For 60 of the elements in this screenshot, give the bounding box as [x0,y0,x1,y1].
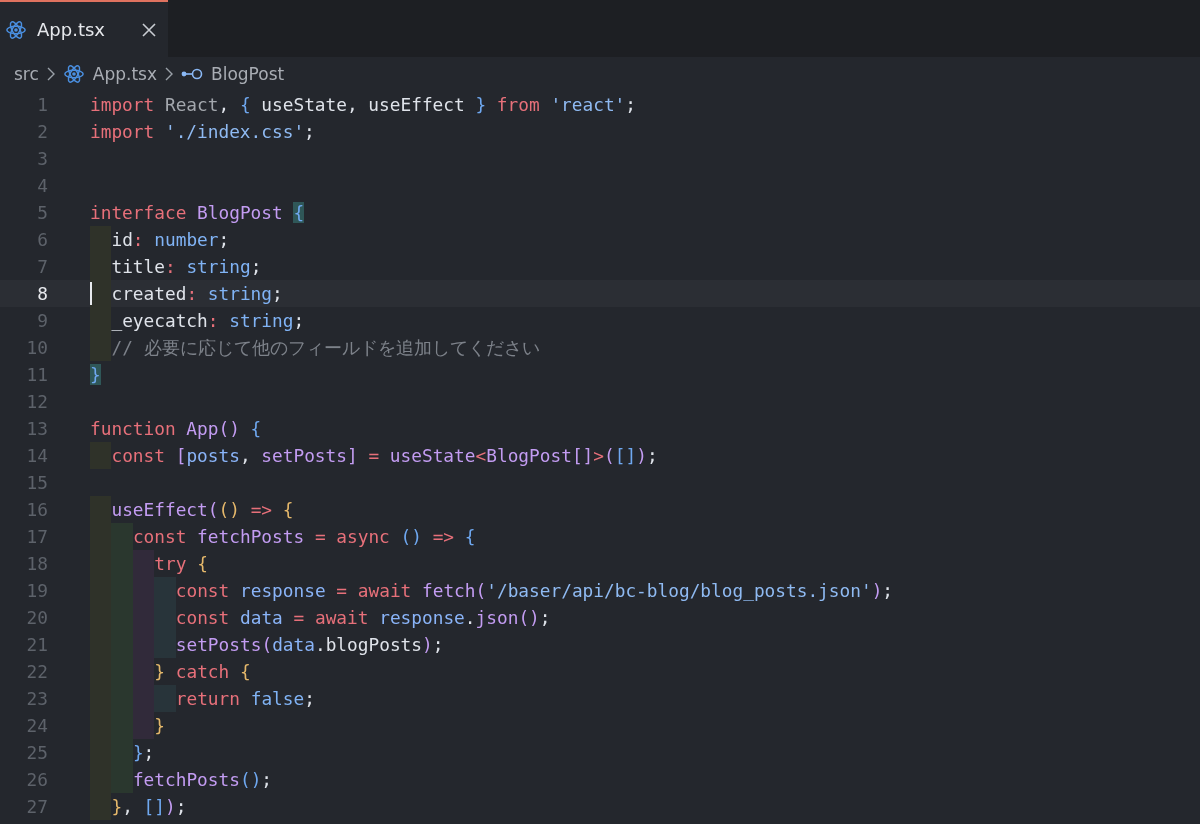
interface-symbol-icon [181,68,204,80]
line-number: 23 [25,688,48,709]
chevron-right-icon [165,67,174,81]
code-line: _eyecatch: string; [111,310,305,331]
line-number: 1 [36,94,48,115]
line-number: 6 [36,229,48,250]
line-number: 21 [25,634,48,655]
editor-tab[interactable]: App.tsx [0,0,168,57]
line-number: 7 [36,256,48,277]
react-atom-icon [5,18,27,41]
line-number: 24 [25,715,48,736]
line-number: 4 [36,175,48,196]
breadcrumb-item[interactable]: src [14,64,39,84]
line-number: 11 [25,364,48,385]
line-number: 26 [25,769,48,790]
code-line: try { [154,553,208,574]
line-number: 22 [25,661,48,682]
text-cursor [90,282,92,305]
line-number: 18 [25,553,48,574]
code-line: const data = await response.json(); [175,607,551,628]
code-line: // 必要に応じて他のフィールドを追加してください [111,335,540,360]
line-number: 13 [25,418,48,439]
line-number: 17 [25,526,48,547]
code-line: function App() { [90,418,262,439]
line-number: 27 [25,796,48,817]
code-line: const response = await fetch('/baser/api/bc-blog/blog_posts.json'); [175,580,894,601]
line-number: 16 [25,499,48,520]
close-icon[interactable] [142,22,156,37]
line-number: 3 [36,148,48,169]
code-line: return false; [175,688,315,709]
line-number: 20 [25,607,48,628]
chevron-right-icon [46,67,55,81]
line-number: 15 [25,472,48,493]
code-line: } [154,715,166,736]
code-line: }; [132,742,155,763]
code-line: const fetchPosts = async () => { [132,526,476,547]
line-number: 2 [36,121,48,142]
line-number: 25 [25,742,48,763]
code-line: fetchPosts(); [132,769,273,790]
line-number: 12 [25,391,48,412]
breadcrumb-item[interactable]: BlogPost [211,64,285,84]
code-line: interface BlogPost { [90,202,305,223]
line-number: 8 [36,283,48,304]
line-number: 14 [25,445,48,466]
line-number: 19 [25,580,48,601]
line-number: 5 [36,202,48,223]
code-line: title: string; [111,256,262,277]
code-line: import React, { useState, useEffect } from 'react'; [90,94,637,115]
code-line: id: number; [111,229,230,250]
code-line: created: string; [111,283,283,304]
code-line: const [posts, setPosts] = useState<BlogPost[]>([]); [111,445,658,466]
line-number: 9 [36,310,48,331]
code-line: useEffect(() => { [111,499,294,520]
breadcrumb-item[interactable]: App.tsx [92,64,158,84]
line-number: 10 [25,337,48,358]
code-line: } catch { [154,661,251,682]
code-line: }, []); [111,796,187,817]
code-line: import './index.css'; [90,121,315,142]
react-atom-icon [62,63,85,85]
code-line: setPosts(data.blogPosts); [175,634,444,655]
